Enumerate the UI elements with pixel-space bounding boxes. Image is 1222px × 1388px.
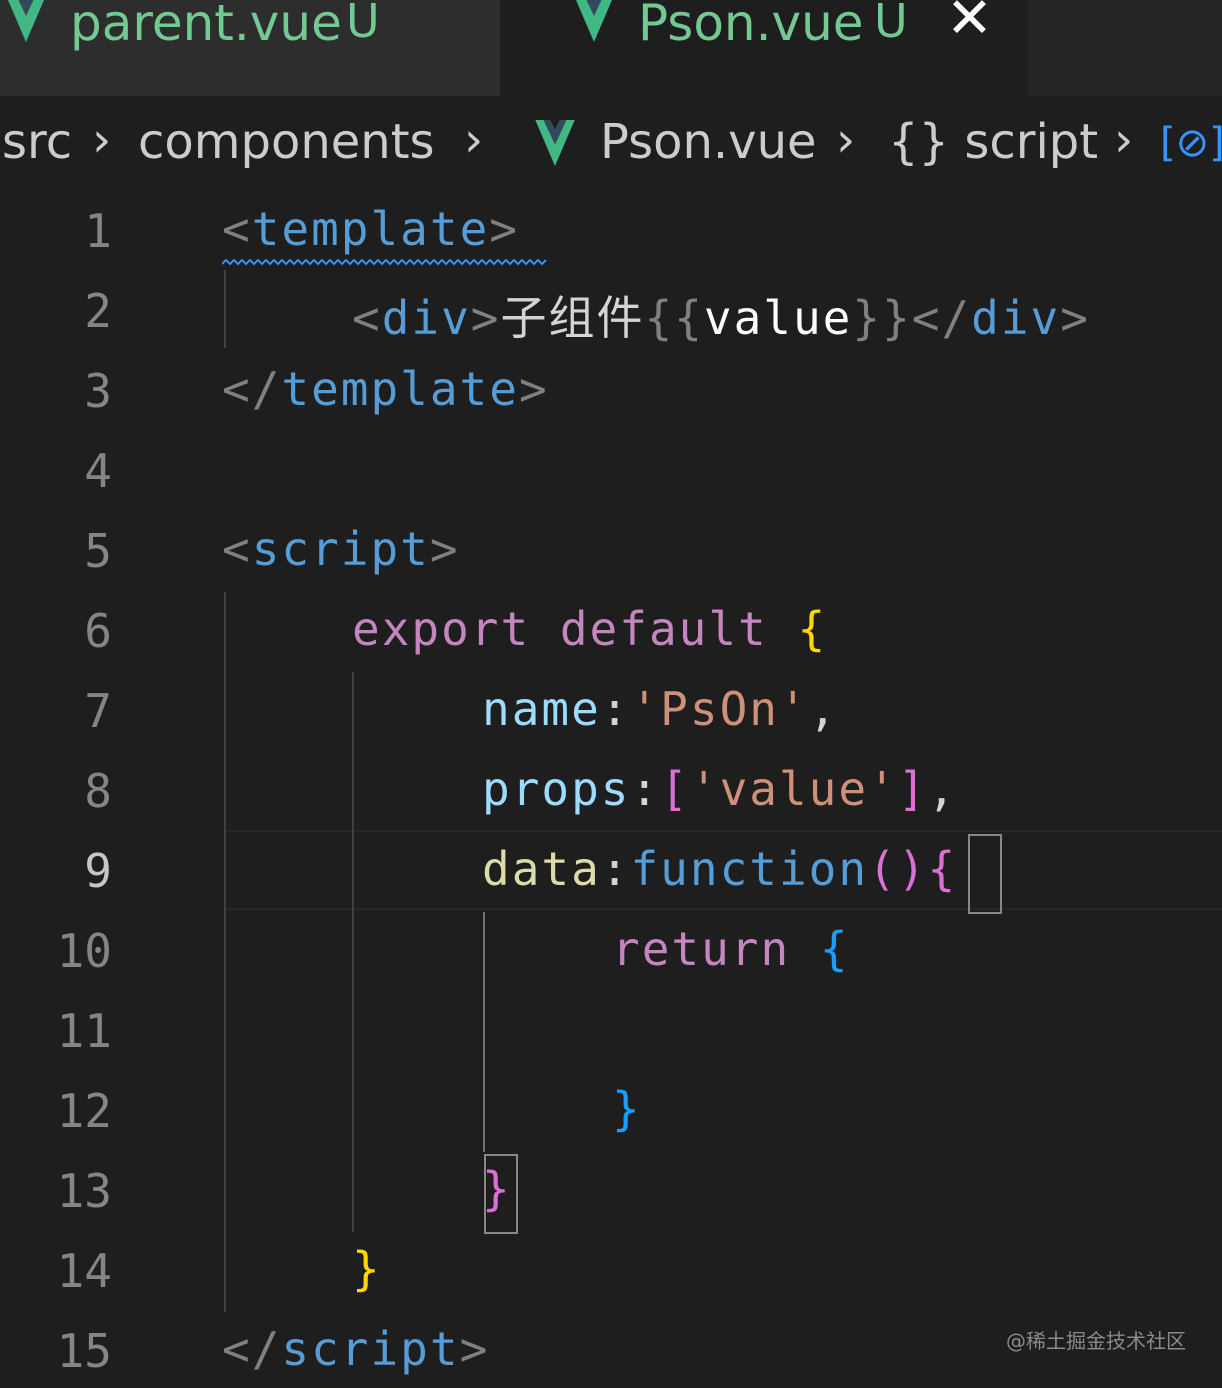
code-line-3: </template> (222, 362, 549, 416)
line-number: 2 (84, 284, 112, 338)
code-line-15: </script> (222, 1322, 490, 1376)
bracket-match-highlight (484, 1154, 518, 1234)
indent-guide (224, 592, 226, 1312)
line-number: 7 (84, 684, 112, 738)
untracked-badge: U (874, 0, 908, 48)
bracket-match-highlight (968, 834, 1002, 914)
tab-label: parent.vue (70, 0, 342, 52)
vue-file-icon (8, 0, 44, 42)
chevron-right-icon: › (1114, 112, 1134, 168)
code-line-5: <script> (222, 522, 460, 576)
vue-file-icon (576, 0, 612, 42)
tab-parent-vue[interactable]: parent.vue U (0, 0, 500, 96)
watermark: @稀土掘金技术社区 (1006, 1329, 1186, 1353)
line-number: 5 (84, 524, 112, 578)
warning-squiggle (222, 258, 547, 266)
code-line-7: name:'PsOn', (482, 682, 839, 736)
code-line-1: <template> (222, 202, 519, 256)
code-line-10: return { (612, 922, 850, 976)
breadcrumb-item-src[interactable]: src (2, 114, 72, 170)
breadcrumb-item-file[interactable]: Pson.vue (600, 114, 817, 170)
close-icon[interactable]: ✕ (946, 0, 993, 51)
indent-guide (224, 270, 226, 348)
line-number-current: 9 (84, 844, 112, 898)
indent-guide-active (483, 912, 485, 1152)
untracked-badge: U (346, 0, 380, 48)
code-line-2: <div>子组件{{value}}</div> (352, 291, 1090, 345)
line-number: 8 (84, 764, 112, 818)
code-line-6: export default { (352, 602, 828, 656)
code-line-8: props:['value'], (482, 762, 958, 816)
tab-label: Pson.vue (638, 0, 864, 52)
breadcrumb-item-script[interactable]: {} script (888, 114, 1098, 170)
line-number: 11 (56, 1004, 112, 1058)
editor-tab-bar: parent.vue U Pson.vue U ✕ (0, 0, 1222, 96)
line-number: 15 (56, 1324, 112, 1378)
line-number: 10 (56, 924, 112, 978)
indent-guide (352, 672, 354, 1232)
code-line-14: } (352, 1242, 382, 1296)
chevron-right-icon: › (464, 112, 484, 168)
chevron-right-icon: › (92, 112, 112, 168)
symbol-icon[interactable]: [⊘] (1160, 120, 1222, 166)
line-number: 3 (84, 364, 112, 418)
line-number: 6 (84, 604, 112, 658)
line-number: 1 (84, 204, 112, 258)
line-number: 4 (84, 444, 112, 498)
line-number: 13 (56, 1164, 112, 1218)
code-line-9: data:function(){ (482, 842, 958, 896)
code-line-12: } (612, 1082, 642, 1136)
chevron-right-icon: › (836, 112, 856, 168)
line-number: 12 (56, 1084, 112, 1138)
line-number: 14 (56, 1244, 112, 1298)
vue-file-icon (535, 120, 575, 166)
breadcrumb-item-components[interactable]: components (138, 114, 435, 170)
tab-pson-vue[interactable]: Pson.vue U ✕ (500, 0, 1028, 96)
